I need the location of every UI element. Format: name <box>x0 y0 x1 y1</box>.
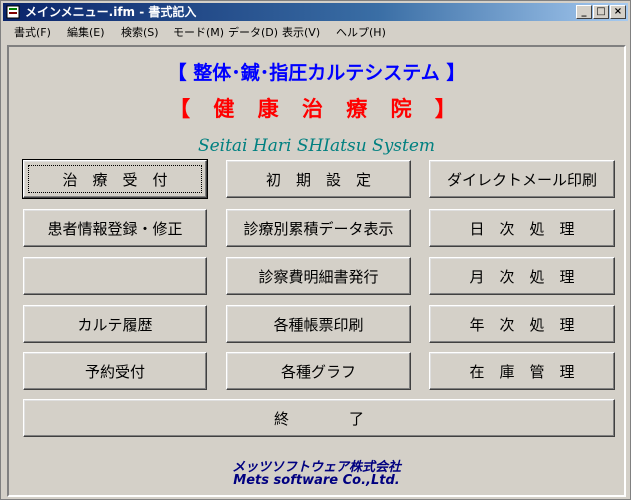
karte-history-button[interactable]: カルテ履歴 <box>23 305 207 343</box>
title-bar[interactable]: メインメニュー.ifm - 書式記入 _ □ × <box>3 3 628 21</box>
menu-mode[interactable]: モード(M) <box>173 24 224 40</box>
direct-mail-button[interactable]: ダイレクトメール印刷 <box>429 160 615 198</box>
main-window: メインメニュー.ifm - 書式記入 _ □ × 書式(F) 編集(E) 検索(… <box>0 0 631 500</box>
form-printing-button[interactable]: 各種帳票印刷 <box>226 305 411 343</box>
window-title: メインメニュー.ifm - 書式記入 <box>25 5 197 19</box>
company-name-en: Mets software Co.,Ltd. <box>233 473 400 488</box>
exit-button[interactable]: 終 了 <box>23 399 615 437</box>
blank-button[interactable] <box>23 257 207 295</box>
medical-statement-button[interactable]: 診察費明細書発行 <box>226 257 411 295</box>
app-icon <box>6 5 20 19</box>
english-title: Seitai Hari SHIatsu System <box>197 136 436 156</box>
cumulative-data-button[interactable]: 診療別累積データ表示 <box>226 209 411 247</box>
menu-edit[interactable]: 編集(E) <box>67 24 105 40</box>
initial-settings-button[interactable]: 初 期 設 定 <box>226 160 411 198</box>
focus-rect <box>28 165 202 193</box>
close-button[interactable]: × <box>610 5 626 19</box>
menu-help[interactable]: ヘルプ(H) <box>336 24 386 40</box>
reception-button[interactable]: 治 療 受 付 <box>22 159 208 199</box>
maximize-button[interactable]: □ <box>593 5 609 19</box>
menu-view[interactable]: 表示(V) <box>282 24 320 40</box>
inventory-button[interactable]: 在 庫 管 理 <box>429 352 615 390</box>
clinic-name: 【 健 康 治 療 院 】 <box>169 97 464 121</box>
menu-data[interactable]: データ(D) <box>228 24 278 40</box>
daily-processing-button[interactable]: 日 次 処 理 <box>429 209 615 247</box>
menu-search[interactable]: 検索(S) <box>121 24 159 40</box>
menu-bar: 書式(F) 編集(E) 検索(S) モード(M) データ(D) 表示(V) ヘル… <box>3 22 628 40</box>
yearly-processing-button[interactable]: 年 次 処 理 <box>429 305 615 343</box>
appointment-button[interactable]: 予約受付 <box>23 352 207 390</box>
system-title: 【 整体･鍼･指圧カルテシステム 】 <box>167 62 466 84</box>
monthly-processing-button[interactable]: 月 次 処 理 <box>429 257 615 295</box>
minimize-button[interactable]: _ <box>576 5 592 19</box>
menu-format[interactable]: 書式(F) <box>14 24 51 40</box>
graphs-button[interactable]: 各種グラフ <box>226 352 411 390</box>
patient-registration-button[interactable]: 患者情報登録・修正 <box>23 209 207 247</box>
